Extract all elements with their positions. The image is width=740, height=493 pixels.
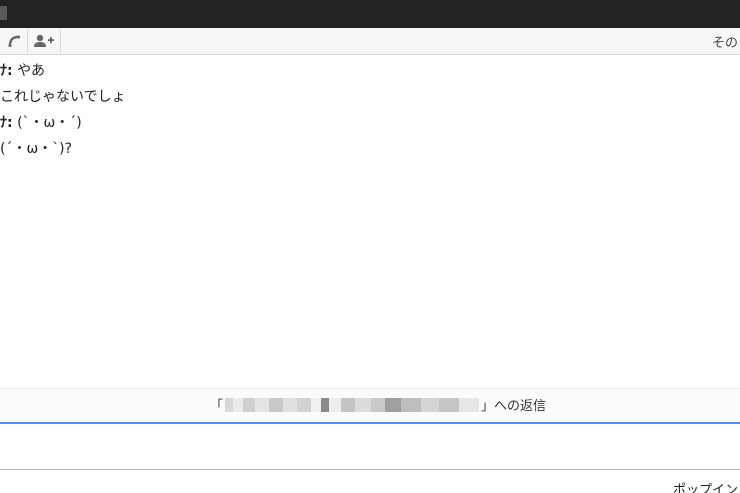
message-row: これじゃないでしょ	[0, 84, 740, 110]
add-person-button[interactable]	[28, 29, 61, 53]
message-text: (´・ω・`)?	[0, 141, 73, 157]
title-bar[interactable]	[0, 0, 740, 28]
message-input-box[interactable]	[0, 422, 740, 470]
reply-target-label: 「 」への返信	[210, 395, 546, 414]
more-menu[interactable]: その	[712, 32, 738, 51]
message-list: ﾅ: やあ これじゃないでしょ ﾅ: (`・ω・´) (´・ω・`)?	[0, 58, 740, 162]
message-text: やあ	[17, 63, 46, 79]
chat-toolbar: その	[0, 28, 740, 55]
reply-suffix: 」への返信	[481, 399, 547, 414]
message-text: (`・ω・´)	[17, 115, 82, 131]
message-sender: ﾅ:	[0, 115, 13, 131]
message-input[interactable]	[0, 424, 740, 469]
message-row: ﾅ: やあ	[0, 58, 740, 84]
phone-handset-icon	[8, 35, 20, 47]
window-title-redacted	[0, 6, 7, 20]
message-sender: ﾅ:	[0, 63, 13, 79]
chat-window: その ﾅ: やあ これじゃないでしょ ﾅ: (`・ω・´) (´・ω・`)? 「…	[0, 0, 740, 493]
reply-open-bracket: 「	[210, 399, 224, 414]
message-row: ﾅ: (`・ω・´)	[0, 110, 740, 136]
redacted-recipient-name	[225, 397, 480, 412]
call-button[interactable]	[0, 29, 28, 53]
message-text: これじゃないでしょ	[0, 89, 126, 105]
add-person-icon	[34, 34, 54, 47]
reply-target-bar: 「 」への返信	[0, 388, 740, 422]
pop-in-link[interactable]: ポップイン	[673, 479, 738, 493]
message-row: (´・ω・`)?	[0, 136, 740, 162]
